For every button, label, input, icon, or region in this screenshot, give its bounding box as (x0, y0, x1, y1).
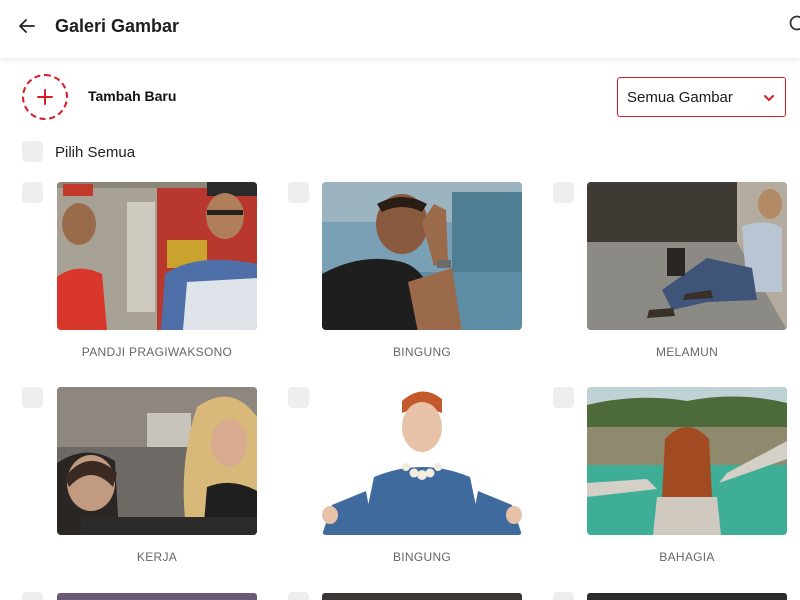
add-new-button[interactable] (22, 74, 68, 120)
arrow-left-icon (19, 19, 35, 33)
image-two-women-laptop (57, 387, 257, 535)
gallery-caption: MELAMUN (655, 345, 719, 359)
select-all-checkbox[interactable] (22, 141, 43, 162)
plus-icon (37, 89, 53, 105)
page-title: Galeri Gambar (55, 16, 180, 36)
gallery-thumbnail-partial[interactable] (587, 593, 787, 600)
image-man-headache (322, 182, 522, 330)
gallery-thumbnail-bingung-2[interactable] (322, 387, 522, 535)
filter-selected-value: Semua Gambar (627, 89, 733, 106)
gallery-caption: PANDJI PRAGIWAKSONO (81, 345, 233, 359)
image-filter-select[interactable]: Semua Gambar (617, 77, 786, 117)
search-button[interactable] (786, 12, 800, 38)
item-checkbox[interactable] (22, 182, 43, 203)
image-woman-shrug (322, 387, 522, 535)
gallery-thumbnail-partial[interactable] (57, 593, 257, 600)
gallery-thumbnail-partial[interactable] (322, 593, 522, 600)
item-checkbox[interactable] (288, 387, 309, 408)
add-new-label[interactable]: Tambah Baru (88, 88, 176, 104)
image-woman-lake (587, 387, 787, 535)
item-checkbox[interactable] (553, 387, 574, 408)
item-checkbox[interactable] (22, 592, 43, 600)
item-checkbox[interactable] (553, 592, 574, 600)
gallery-thumbnail-pandji[interactable] (57, 182, 257, 330)
item-checkbox[interactable] (288, 592, 309, 600)
gallery-thumbnail-melamun[interactable] (587, 182, 787, 330)
gallery-thumbnail-kerja[interactable] (57, 387, 257, 535)
gallery-caption: KERJA (136, 550, 178, 564)
gallery-thumbnail-bahagia[interactable] (587, 387, 787, 535)
top-app-bar: Galeri Gambar (0, 0, 800, 58)
item-checkbox[interactable] (22, 387, 43, 408)
image-two-men-shop (57, 182, 257, 330)
chevron-down-icon (764, 95, 774, 101)
gallery-thumbnail-bingung[interactable] (322, 182, 522, 330)
item-checkbox[interactable] (288, 182, 309, 203)
search-icon (789, 15, 800, 31)
back-button[interactable] (14, 13, 40, 39)
select-all-label[interactable]: Pilih Semua (55, 144, 135, 161)
gallery-caption: BINGUNG (392, 550, 452, 564)
gallery-caption: BINGUNG (392, 345, 452, 359)
image-man-sitting-wall (587, 182, 787, 330)
item-checkbox[interactable] (553, 182, 574, 203)
gallery-caption: BAHAGIA (659, 550, 715, 564)
